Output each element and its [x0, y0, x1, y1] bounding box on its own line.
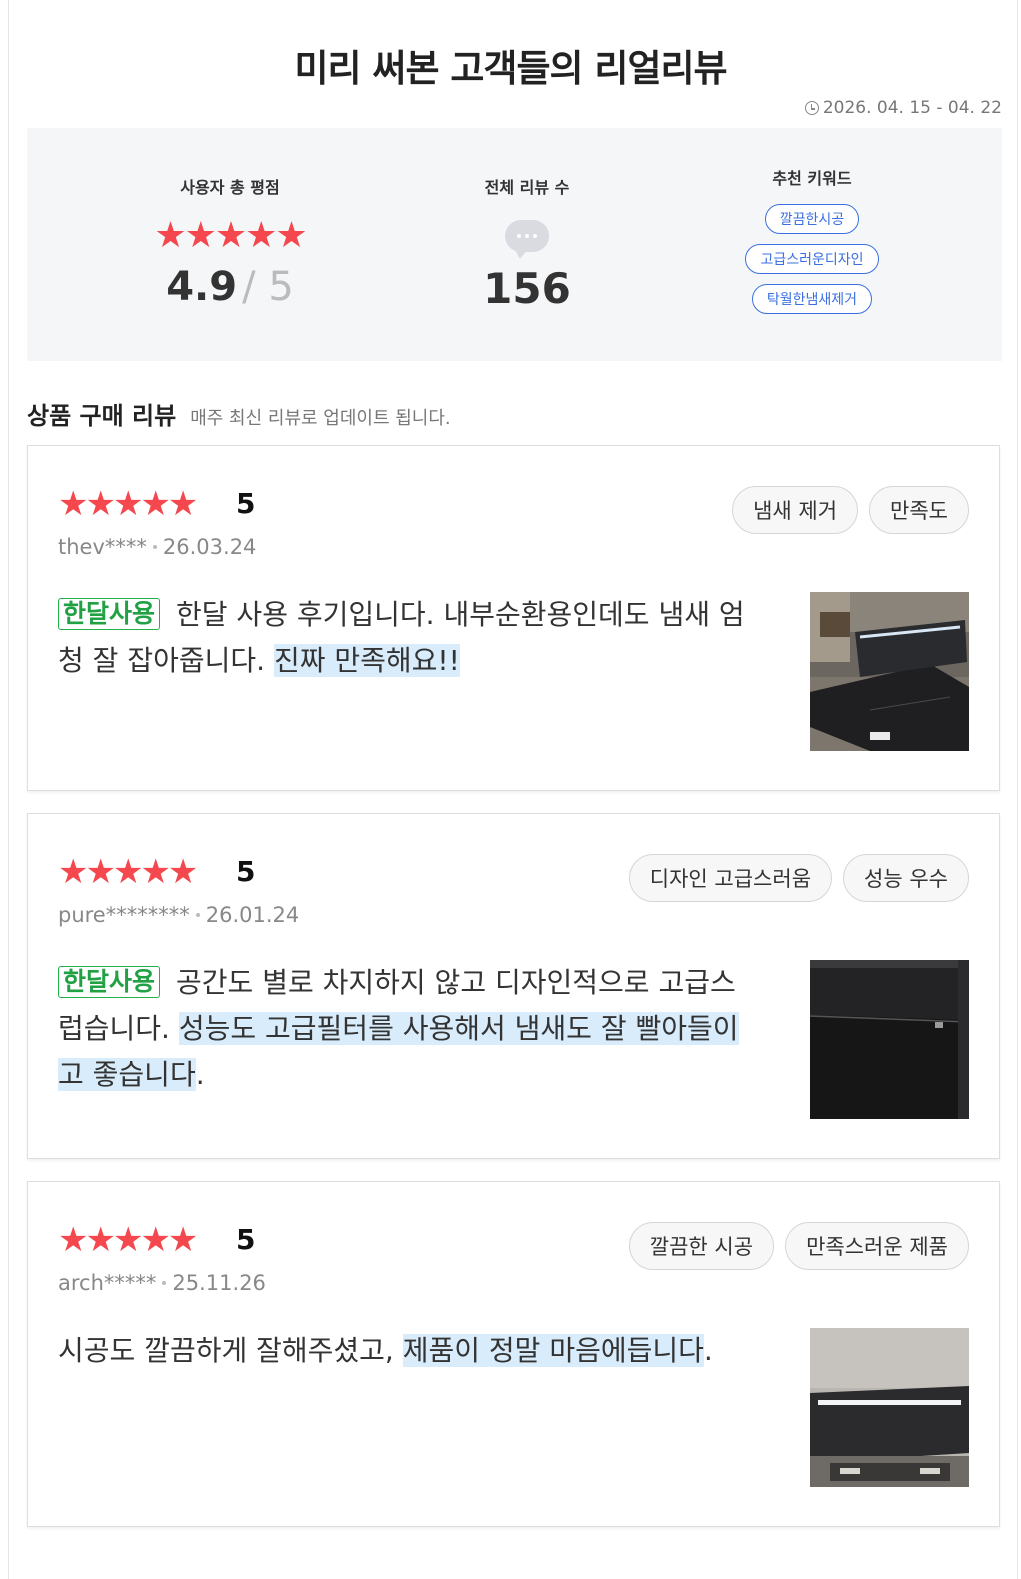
review-photo[interactable] — [810, 1328, 969, 1487]
rating-summary: 사용자 총 평점 ★★★★★ 4.9 / 5 전체 리뷰 수 156 추천 키워… — [27, 128, 1002, 361]
rating-score: 4.9 / 5 — [132, 262, 328, 320]
usage-badge: 한달사용 — [58, 966, 161, 998]
review-photo[interactable] — [810, 592, 969, 751]
review-meta: arch***** 25.11.26 — [58, 1271, 266, 1295]
review-text: 한달사용 공간도 별로 차지하지 않고 디자인적으로 고급스럽습니다. 성능도 고… — [58, 960, 748, 1098]
review-card: ★★★★★ 5 thev**** 26.03.24 냄새 제거 만족도 한달사용… — [27, 445, 1000, 791]
review-text-main: 시공도 깔끔하게 잘해주셨고, — [58, 1334, 403, 1367]
review-date: 26.03.24 — [162, 535, 257, 559]
review-meta: pure******** 26.01.24 — [58, 903, 299, 927]
review-text-end: . — [195, 1058, 205, 1091]
separator-dot — [152, 545, 157, 549]
section-heading: 상품 구매 리뷰 — [27, 402, 177, 430]
review-tags: 깔끔한 시공 만족스러운 제품 — [628, 1222, 969, 1270]
section-subtitle: 매주 최신 리뷰로 업데이트 됩니다. — [190, 408, 451, 429]
rating-stars: ★★★★★ — [154, 215, 307, 256]
review-stars: ★★★★★ — [58, 852, 198, 892]
review-tag[interactable]: 디자인 고급스러움 — [628, 854, 833, 902]
review-count-label: 전체 리뷰 수 — [484, 178, 570, 197]
keyword-list: 깔끔한시공 고급스러운디자인 탁월한냄새제거 — [712, 204, 912, 314]
total-rating-label: 사용자 총 평점 — [180, 178, 280, 197]
review-card: ★★★★★ 5 arch***** 25.11.26 깔끔한 시공 만족스러운 … — [27, 1181, 1000, 1527]
review-tag[interactable]: 성능 우수 — [843, 854, 969, 902]
review-count: 156 — [483, 264, 571, 313]
review-user: thev**** — [58, 535, 147, 559]
review-text-highlight: 제품이 정말 마음에듭니다 — [402, 1334, 704, 1367]
review-rating: 5 — [236, 1223, 256, 1256]
review-period: 2026. 04. 15 - 04. 22 — [804, 98, 1002, 118]
review-tag[interactable]: 깔끔한 시공 — [628, 1222, 775, 1270]
review-meta: thev**** 26.03.24 — [58, 535, 256, 559]
separator-dot — [162, 1281, 167, 1285]
review-tags: 냄새 제거 만족도 — [732, 486, 969, 534]
review-rating: 5 — [236, 855, 256, 888]
keyword-chip[interactable]: 고급스러운디자인 — [745, 244, 879, 274]
review-tag[interactable]: 냄새 제거 — [732, 486, 859, 534]
review-text-end: . — [703, 1334, 713, 1367]
review-user: arch***** — [58, 1271, 157, 1295]
rating-max: / 5 — [242, 264, 294, 310]
usage-badge: 한달사용 — [58, 598, 161, 630]
section-header: 상품 구매 리뷰 매주 최신 리뷰로 업데이트 됩니다. — [27, 396, 451, 431]
keyword-chip[interactable]: 탁월한냄새제거 — [751, 284, 873, 314]
review-tag[interactable]: 만족스러운 제품 — [785, 1222, 969, 1270]
review-user: pure******** — [58, 903, 190, 927]
keywords-block: 추천 키워드 깔끔한시공 고급스러운디자인 탁월한냄새제거 — [712, 128, 912, 361]
review-text: 시공도 깔끔하게 잘해주셨고, 제품이 정말 마음에듭니다. — [58, 1328, 748, 1374]
speech-bubble-icon — [427, 220, 627, 259]
review-card: ★★★★★ 5 pure******** 26.01.24 디자인 고급스러움 … — [27, 813, 1000, 1159]
review-text-highlight: 진짜 만족해요!! — [273, 644, 460, 677]
separator-dot — [195, 913, 200, 917]
keyword-chip[interactable]: 깔끔한시공 — [764, 204, 860, 234]
review-date: 26.01.24 — [205, 903, 300, 927]
review-photo[interactable] — [810, 960, 969, 1119]
review-rating: 5 — [236, 487, 256, 520]
review-stars: ★★★★★ — [58, 484, 198, 524]
page-title: 미리 써본 고객들의 리얼리뷰 — [294, 47, 727, 90]
review-tag[interactable]: 만족도 — [869, 486, 969, 534]
rating-value: 4.9 — [166, 264, 238, 310]
review-count-block: 전체 리뷰 수 156 — [427, 128, 627, 361]
review-text: 한달사용 한달 사용 후기입니다. 내부순환용인데도 냄새 엄청 잘 잡아줍니다.… — [58, 592, 748, 684]
keywords-label: 추천 키워드 — [772, 169, 852, 188]
total-rating-block: 사용자 총 평점 ★★★★★ 4.9 / 5 — [132, 128, 328, 361]
clock-icon — [804, 101, 819, 115]
review-date: 25.11.26 — [172, 1271, 266, 1295]
review-tags: 디자인 고급스러움 성능 우수 — [628, 854, 969, 902]
review-stars: ★★★★★ — [58, 1220, 198, 1260]
period-text: 2026. 04. 15 - 04. 22 — [822, 98, 1002, 118]
